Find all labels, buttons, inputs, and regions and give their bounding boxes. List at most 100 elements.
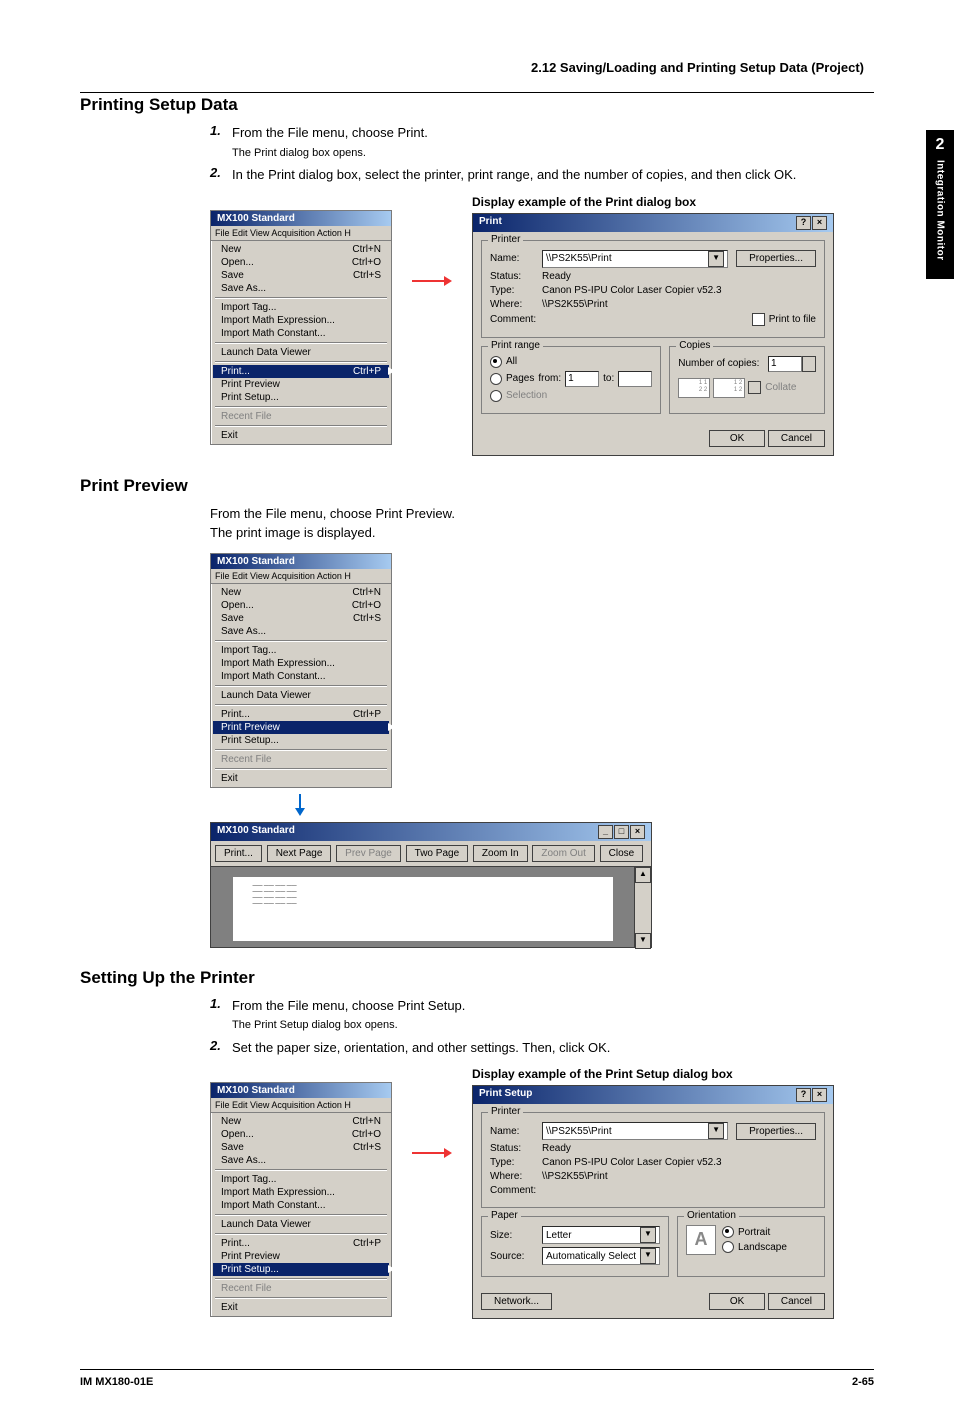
collate-icon: 1 21 2 <box>713 378 745 398</box>
menu-import-tag[interactable]: Import Tag... <box>213 1173 389 1186</box>
menu-open[interactable]: Open...Ctrl+O <box>213 256 389 269</box>
name-label: Name: <box>490 1126 542 1137</box>
breadcrumb: 2.12 Saving/Loading and Printing Setup D… <box>80 60 874 75</box>
collate-label: Collate <box>765 382 796 393</box>
menu-print-setup[interactable]: Print Setup... <box>213 391 389 404</box>
range-all-label: All <box>506 356 517 367</box>
menubar[interactable]: File Edit View Acquisition Action H <box>211 1098 391 1113</box>
preview-print-button[interactable]: Print... <box>215 845 262 862</box>
menu-exit[interactable]: Exit <box>213 772 389 785</box>
network-button[interactable]: Network... <box>481 1293 552 1310</box>
preview-zoom-in-button[interactable]: Zoom In <box>473 845 528 862</box>
printer-name-combo[interactable]: \\PS2K55\Print▼ <box>542 250 728 268</box>
menu-save[interactable]: SaveCtrl+S <box>213 612 389 625</box>
menu-import-tag[interactable]: Import Tag... <box>213 644 389 657</box>
print-range-legend: Print range <box>488 340 543 351</box>
step-text: From the File menu, choose Print Setup. … <box>232 996 874 1034</box>
preview-close-button[interactable]: Close <box>600 845 644 862</box>
where-label: Where: <box>490 1171 542 1182</box>
landscape-radio[interactable] <box>722 1241 734 1253</box>
menu-import-math-expr[interactable]: Import Math Expression... <box>213 657 389 670</box>
ok-button[interactable]: OK <box>709 430 765 447</box>
menu-print-setup[interactable]: Print Setup... <box>213 1263 389 1276</box>
range-all-radio[interactable] <box>490 356 502 368</box>
menu-exit[interactable]: Exit <box>213 429 389 442</box>
menu-new[interactable]: NewCtrl+N <box>213 586 389 599</box>
copies-input[interactable]: 1 <box>768 356 802 372</box>
properties-button[interactable]: Properties... <box>736 250 816 267</box>
step-sub: The Print dialog box opens. <box>232 145 874 162</box>
menu-print[interactable]: Print...Ctrl+P <box>213 365 389 378</box>
scroll-up-icon[interactable]: ▲ <box>635 867 651 883</box>
menu-save-as[interactable]: Save As... <box>213 625 389 638</box>
portrait-radio[interactable] <box>722 1226 734 1238</box>
range-pages-radio[interactable] <box>490 373 502 385</box>
menu-open[interactable]: Open...Ctrl+O <box>213 1128 389 1141</box>
menu-open[interactable]: Open...Ctrl+O <box>213 599 389 612</box>
menu-print-setup[interactable]: Print Setup... <box>213 734 389 747</box>
menu-print-preview[interactable]: Print Preview <box>213 721 389 734</box>
menu-import-math-const[interactable]: Import Math Constant... <box>213 1199 389 1212</box>
menu-save-as[interactable]: Save As... <box>213 1154 389 1167</box>
file-menu: MX100 Standard File Edit View Acquisitio… <box>210 553 392 788</box>
print-dialog-caption: Display example of the Print dialog box <box>472 195 834 209</box>
cancel-button[interactable]: Cancel <box>768 1293 825 1310</box>
menubar[interactable]: File Edit View Acquisition Action H <box>211 569 391 584</box>
chevron-down-icon[interactable]: ▼ <box>640 1248 656 1264</box>
properties-button[interactable]: Properties... <box>736 1123 816 1140</box>
where-value: \\PS2K55\Print <box>542 299 816 310</box>
printer-name-combo[interactable]: \\PS2K55\Print▼ <box>542 1122 728 1140</box>
menu-print[interactable]: Print...Ctrl+P <box>213 1237 389 1250</box>
close-icon[interactable]: × <box>630 825 645 839</box>
menu-print-preview[interactable]: Print Preview <box>213 1250 389 1263</box>
menu-import-tag[interactable]: Import Tag... <box>213 301 389 314</box>
preview-zoom-out-button: Zoom Out <box>532 845 594 862</box>
menu-save[interactable]: SaveCtrl+S <box>213 269 389 282</box>
step-number: 2. <box>210 1038 232 1058</box>
close-icon[interactable]: × <box>812 1088 827 1102</box>
menu-print-preview[interactable]: Print Preview <box>213 378 389 391</box>
paper-legend: Paper <box>488 1210 521 1221</box>
scroll-down-icon[interactable]: ▼ <box>635 933 651 949</box>
menu-launch-data-viewer[interactable]: Launch Data Viewer <box>213 689 389 702</box>
help-icon[interactable]: ? <box>796 216 811 230</box>
menu-new[interactable]: NewCtrl+N <box>213 243 389 256</box>
preview-two-page-button[interactable]: Two Page <box>406 845 468 862</box>
range-pages-label: Pages <box>506 373 534 384</box>
chevron-down-icon[interactable]: ▼ <box>708 1123 724 1139</box>
help-icon[interactable]: ? <box>796 1088 811 1102</box>
to-input[interactable] <box>618 371 652 387</box>
footer-page-num: 2-65 <box>852 1376 874 1388</box>
menu-import-math-expr[interactable]: Import Math Expression... <box>213 314 389 327</box>
menu-launch-data-viewer[interactable]: Launch Data Viewer <box>213 1218 389 1231</box>
chevron-down-icon[interactable]: ▼ <box>640 1227 656 1243</box>
close-icon[interactable]: × <box>812 216 827 230</box>
menu-launch-data-viewer[interactable]: Launch Data Viewer <box>213 346 389 359</box>
menu-save-as[interactable]: Save As... <box>213 282 389 295</box>
menu-import-math-const[interactable]: Import Math Constant... <box>213 327 389 340</box>
footer-doc-id: IM MX180-01E <box>80 1376 153 1388</box>
ok-button[interactable]: OK <box>709 1293 765 1310</box>
paper-source-combo[interactable]: Automatically Select▼ <box>542 1247 660 1265</box>
from-input[interactable]: 1 <box>565 371 599 387</box>
menu-print[interactable]: Print...Ctrl+P <box>213 708 389 721</box>
minimize-icon[interactable]: _ <box>598 825 613 839</box>
menu-import-math-const[interactable]: Import Math Constant... <box>213 670 389 683</box>
heading-print-preview: Print Preview <box>80 476 874 496</box>
menu-new[interactable]: NewCtrl+N <box>213 1115 389 1128</box>
menu-save[interactable]: SaveCtrl+S <box>213 1141 389 1154</box>
cancel-button[interactable]: Cancel <box>768 430 825 447</box>
copies-spinner[interactable] <box>802 356 816 372</box>
step-sub: The Print Setup dialog box opens. <box>232 1017 874 1034</box>
chevron-down-icon[interactable]: ▼ <box>708 251 724 267</box>
maximize-icon[interactable]: □ <box>614 825 629 839</box>
status-label: Status: <box>490 1143 542 1154</box>
print-to-file-checkbox[interactable] <box>752 313 765 326</box>
preview-next-button[interactable]: Next Page <box>267 845 332 862</box>
paper-size-combo[interactable]: Letter▼ <box>542 1226 660 1244</box>
preview-scrollbar[interactable]: ▲ ▼ <box>634 867 651 947</box>
menubar[interactable]: File Edit View Acquisition Action H <box>211 226 391 241</box>
preview-title: MX100 Standard <box>217 825 295 839</box>
menu-import-math-expr[interactable]: Import Math Expression... <box>213 1186 389 1199</box>
menu-exit[interactable]: Exit <box>213 1301 389 1314</box>
